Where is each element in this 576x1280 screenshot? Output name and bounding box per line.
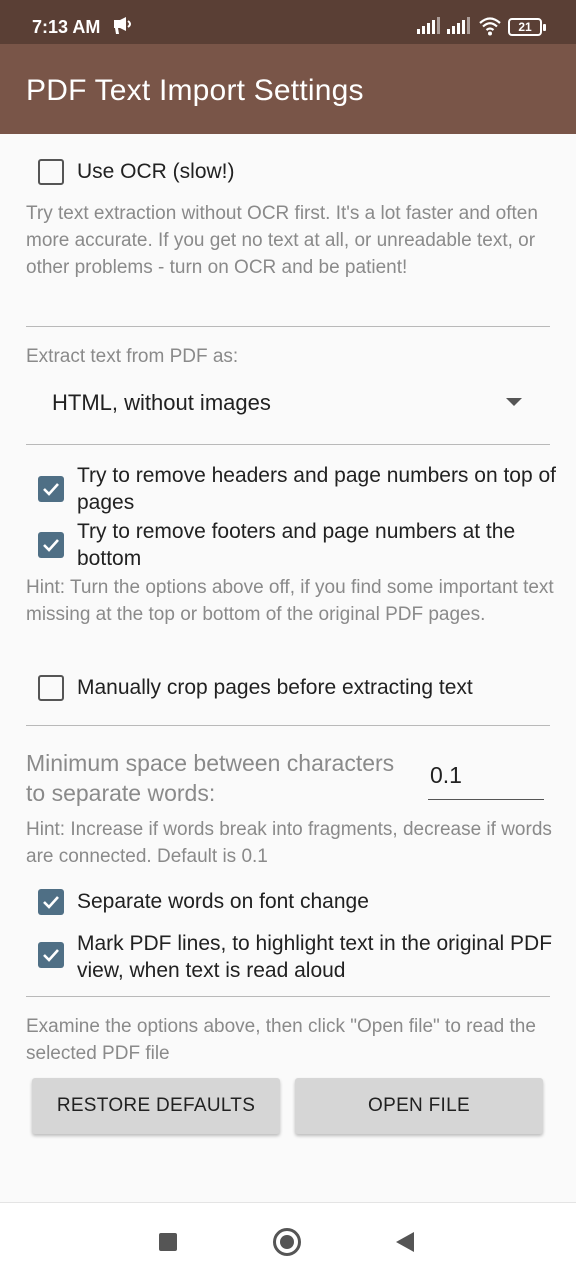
use-ocr-checkbox[interactable] bbox=[38, 159, 64, 185]
battery-icon: 21 bbox=[508, 18, 546, 36]
cell-signal-1-icon bbox=[416, 16, 440, 41]
open-file-button[interactable]: OPEN FILE bbox=[295, 1078, 543, 1134]
status-bar: 7:13 AM 21 bbox=[0, 0, 576, 44]
wifi-icon bbox=[478, 16, 502, 41]
app-bar: PDF Text Import Settings bbox=[0, 44, 576, 134]
min-space-field[interactable] bbox=[428, 762, 544, 800]
manual-crop-checkbox[interactable] bbox=[38, 675, 64, 701]
divider bbox=[26, 996, 550, 997]
mark-pdf-lines-label: Mark PDF lines, to highlight text in the… bbox=[77, 932, 553, 982]
notification-icon bbox=[112, 16, 134, 41]
status-time: 7:13 AM bbox=[32, 17, 101, 37]
recent-apps-icon[interactable] bbox=[159, 1233, 177, 1251]
back-icon[interactable] bbox=[396, 1232, 414, 1252]
remove-footers-option[interactable]: Try to remove footers and page numbers a… bbox=[0, 516, 576, 572]
home-icon[interactable] bbox=[273, 1228, 301, 1256]
min-space-label: Minimum space between characters to sepa… bbox=[26, 750, 395, 806]
remove-footers-label: Try to remove footers and page numbers a… bbox=[77, 520, 516, 570]
ocr-hint: Try text extraction without OCR first. I… bbox=[26, 203, 538, 278]
divider bbox=[26, 326, 550, 327]
min-space-hint: Hint: Increase if words break into fragm… bbox=[26, 819, 552, 867]
divider bbox=[26, 444, 550, 445]
remove-headers-label: Try to remove headers and page numbers o… bbox=[77, 464, 557, 514]
separate-font-change-checkbox[interactable] bbox=[38, 889, 64, 915]
restore-defaults-button[interactable]: RESTORE DEFAULTS bbox=[32, 1078, 280, 1134]
open-file-hint: Examine the options above, then click "O… bbox=[26, 1016, 536, 1064]
extract-format-dropdown[interactable]: HTML, without images bbox=[26, 380, 550, 428]
mark-pdf-lines-option[interactable]: Mark PDF lines, to highlight text in the… bbox=[0, 930, 576, 986]
use-ocr-label: Use OCR (slow!) bbox=[77, 160, 235, 183]
headers-hint: Hint: Turn the options above off, if you… bbox=[26, 577, 554, 625]
system-nav-bar bbox=[0, 1202, 576, 1280]
remove-headers-checkbox[interactable] bbox=[38, 476, 64, 502]
remove-footers-checkbox[interactable] bbox=[38, 532, 64, 558]
cell-signal-2-icon bbox=[446, 16, 470, 41]
page-title: PDF Text Import Settings bbox=[26, 74, 364, 107]
dropdown-arrow-icon bbox=[506, 398, 522, 406]
manual-crop-option[interactable]: Manually crop pages before extracting te… bbox=[0, 674, 576, 704]
manual-crop-label: Manually crop pages before extracting te… bbox=[77, 676, 473, 699]
extract-as-label: Extract text from PDF as: bbox=[26, 346, 239, 367]
min-space-input[interactable] bbox=[428, 762, 544, 789]
separate-font-change-option[interactable]: Separate words on font change bbox=[0, 888, 576, 918]
divider bbox=[26, 725, 550, 726]
extract-format-value: HTML, without images bbox=[52, 390, 271, 415]
separate-font-change-label: Separate words on font change bbox=[77, 890, 369, 913]
mark-pdf-lines-checkbox[interactable] bbox=[38, 942, 64, 968]
remove-headers-option[interactable]: Try to remove headers and page numbers o… bbox=[0, 460, 576, 516]
use-ocr-option[interactable]: Use OCR (slow!) bbox=[0, 158, 576, 188]
